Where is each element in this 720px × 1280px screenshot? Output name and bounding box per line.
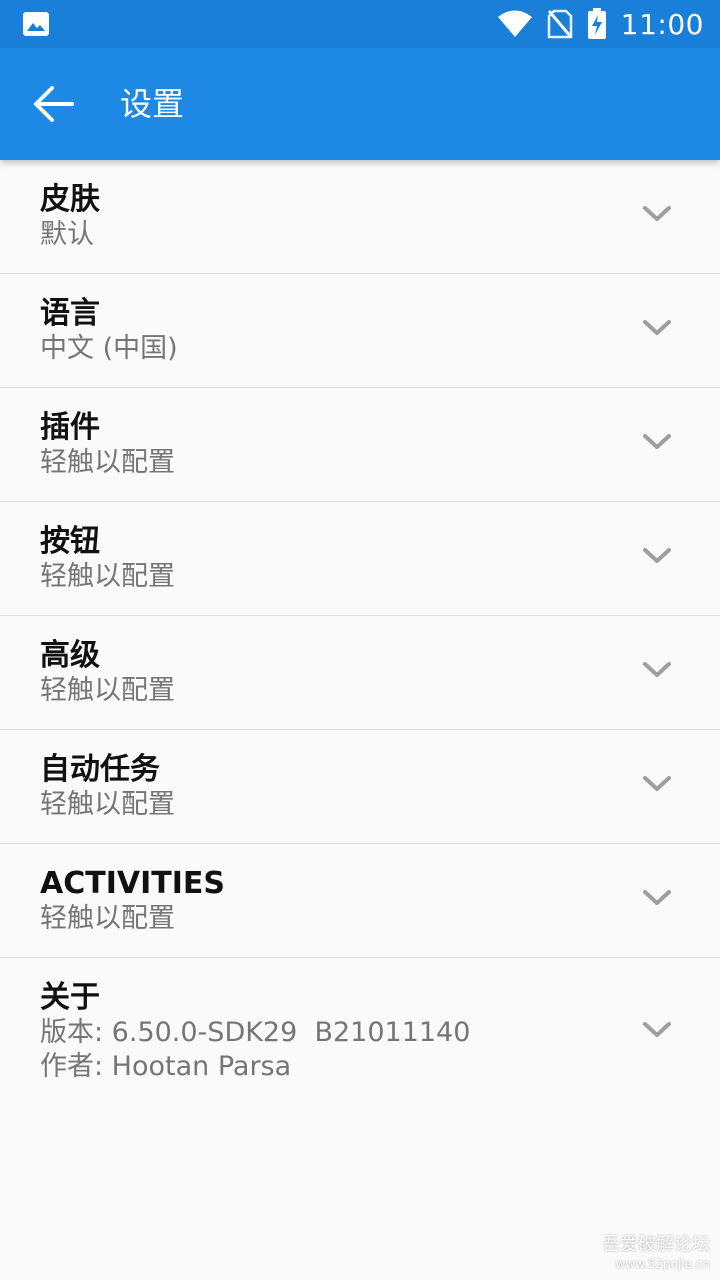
settings-item-about[interactable]: 关于 版本: 6.50.0-SDK29 B21011140 作者: Hootan…	[0, 958, 720, 1098]
status-bar: 11:00	[0, 0, 720, 48]
wifi-icon	[497, 10, 532, 37]
about-author: 作者: Hootan Parsa	[40, 1051, 292, 1082]
settings-item-summary: 轻触以配置	[40, 447, 175, 478]
chevron-down-icon	[643, 890, 671, 905]
chevron-down-icon	[643, 434, 671, 449]
settings-item-auto-tasks[interactable]: 自动任务 轻触以配置	[0, 730, 720, 844]
settings-list: 皮肤 默认 语言 中文 (中国) 插件 轻触以配置 按钮 轻触以配置 高级 轻触…	[0, 160, 720, 1098]
settings-item-summary: 中文 (中国)	[40, 333, 178, 364]
settings-item-skin[interactable]: 皮肤 默认	[0, 160, 720, 274]
watermark-url: www.52pojie.cn	[615, 1257, 710, 1271]
chevron-down-icon	[643, 662, 671, 677]
no-sim-icon	[547, 9, 573, 39]
settings-item-label: 按钮	[40, 524, 100, 559]
settings-item-summary: 轻触以配置	[40, 561, 175, 592]
settings-item-label: 语言	[40, 296, 100, 331]
settings-item-advanced[interactable]: 高级 轻触以配置	[0, 616, 720, 730]
settings-item-language[interactable]: 语言 中文 (中国)	[0, 274, 720, 388]
chevron-down-icon	[643, 320, 671, 335]
settings-item-buttons[interactable]: 按钮 轻触以配置	[0, 502, 720, 616]
settings-item-summary: 默认	[40, 219, 94, 250]
settings-item-summary: 轻触以配置	[40, 675, 175, 706]
chevron-down-icon	[643, 206, 671, 221]
battery-charging-icon	[587, 8, 606, 39]
settings-item-label: 关于	[40, 980, 100, 1015]
settings-item-label: ACTIVITIES	[40, 866, 225, 901]
about-version: 版本: 6.50.0-SDK29 B21011140	[40, 1017, 471, 1048]
watermark-title: 吾爱破解论坛	[602, 1234, 710, 1255]
chevron-down-icon	[643, 548, 671, 563]
settings-item-activities[interactable]: ACTIVITIES 轻触以配置	[0, 844, 720, 958]
chevron-down-icon	[643, 776, 671, 791]
arrow-left-icon[interactable]	[32, 84, 76, 124]
app-bar: 设置	[0, 48, 720, 160]
settings-item-label: 插件	[40, 410, 100, 445]
settings-item-label: 高级	[40, 638, 100, 673]
settings-item-plugins[interactable]: 插件 轻触以配置	[0, 388, 720, 502]
watermark: 吾爱破解论坛 www.52pojie.cn	[602, 1234, 710, 1272]
settings-item-summary: 轻触以配置	[40, 903, 175, 934]
settings-item-label: 自动任务	[40, 752, 160, 787]
settings-item-label: 皮肤	[40, 182, 100, 217]
settings-item-summary: 轻触以配置	[40, 789, 175, 820]
status-time: 11:00	[620, 7, 704, 41]
page-title: 设置	[120, 85, 185, 123]
chevron-down-icon	[643, 1022, 671, 1037]
image-icon	[23, 12, 49, 36]
